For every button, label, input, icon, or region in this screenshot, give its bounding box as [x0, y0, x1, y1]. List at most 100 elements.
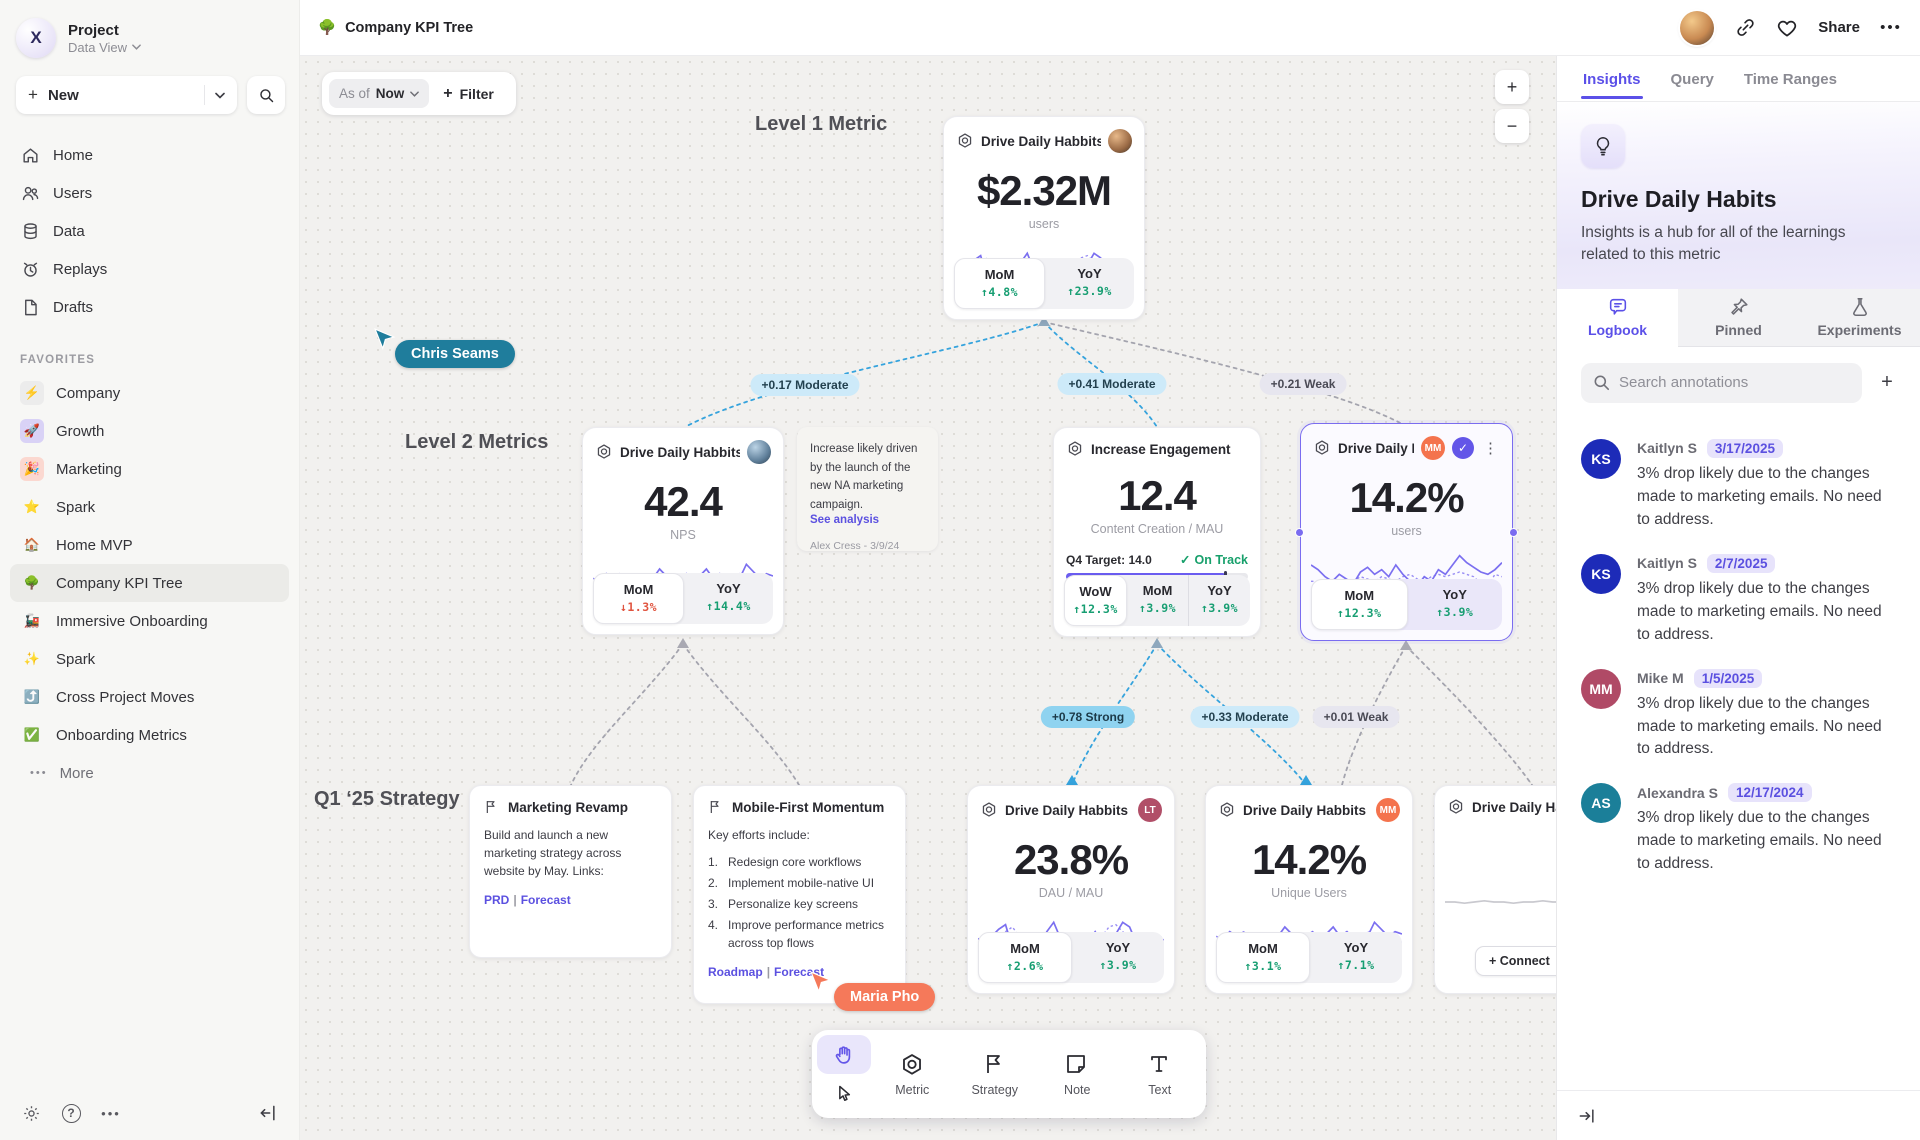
add-annotation-button[interactable]: + — [1874, 370, 1900, 396]
as-of-dropdown[interactable]: As of Now — [329, 79, 429, 108]
hand-tool-button[interactable] — [817, 1035, 871, 1074]
stat-mom[interactable]: MoM↓1.3% — [593, 573, 684, 624]
metric-card-level1[interactable]: Drive Daily Habbits $2.32M users MoM↑4.8… — [943, 116, 1145, 320]
favorite-item-marketing[interactable]: 🎉Marketing — [10, 450, 289, 488]
metric-card-dau[interactable]: Drive Daily Habbits LT 23.8% DAU / MAU M… — [967, 785, 1175, 994]
new-button[interactable]: + New — [16, 76, 237, 114]
help-icon[interactable]: ? — [60, 1102, 82, 1124]
tool-text[interactable]: Text — [1119, 1035, 1202, 1113]
select-tool-button[interactable] — [817, 1074, 871, 1113]
tab-insights[interactable]: Insights — [1581, 59, 1643, 98]
subtab-experiments[interactable]: Experiments — [1799, 289, 1920, 347]
favorite-item-spark[interactable]: ⭐Spark — [10, 488, 289, 526]
favorite-item-home-mvp[interactable]: 🏠Home MVP — [10, 526, 289, 564]
stat-row: MoM↑12.3%YoY↑3.9% — [1311, 579, 1502, 630]
settings-gear-icon[interactable] — [20, 1102, 42, 1124]
sidebar-item-more[interactable]: ••• More — [10, 754, 289, 792]
workspace-switcher[interactable]: X Project Data View — [0, 0, 299, 68]
annotation-item[interactable]: KSKaitlyn S3/17/20253% drop likely due t… — [1581, 439, 1896, 532]
note-card[interactable]: Increase likely driven by the launch of … — [797, 427, 938, 551]
favorite-item-immersive-onboarding[interactable]: 🚂Immersive Onboarding — [10, 602, 289, 640]
filter-button[interactable]: + Filter — [435, 85, 502, 103]
kpi-tree-canvas[interactable]: As of Now + Filter + − Level 1 Metric Le… — [300, 56, 1556, 1140]
stat-yoy[interactable]: YoY↑3.9% — [1072, 932, 1164, 983]
sidebar-item-home[interactable]: Home — [10, 136, 289, 174]
favorite-item-onboarding-metrics[interactable]: ✅Onboarding Metrics — [10, 716, 289, 754]
chevron-down-icon — [132, 44, 141, 50]
sidebar-item-replays[interactable]: Replays — [10, 250, 289, 288]
stat-yoy[interactable]: YoY↑3.9% — [1188, 575, 1250, 626]
annotation-item[interactable]: MMMike M1/5/20253% drop likely due to th… — [1581, 669, 1896, 762]
tab-time-ranges[interactable]: Time Ranges — [1742, 59, 1839, 98]
annotation-text: 3% drop likely due to the changes made t… — [1637, 463, 1896, 532]
strategy-list-item: 2.Implement mobile-native UI — [708, 874, 891, 892]
strategy-link-roadmap[interactable]: Roadmap — [708, 965, 763, 979]
user-avatar[interactable] — [1680, 11, 1714, 45]
search-annotations-input[interactable] — [1581, 363, 1862, 403]
zoom-in-button[interactable]: + — [1495, 70, 1529, 104]
chevron-down-icon[interactable] — [215, 92, 225, 99]
stat-yoy[interactable]: YoY↑3.9% — [1408, 579, 1503, 630]
metric-unit: users — [944, 217, 1144, 231]
card-menu-icon[interactable]: ⋮ — [1481, 439, 1500, 457]
favorite-item-spark[interactable]: ✨Spark — [10, 640, 289, 678]
stat-yoy[interactable]: YoY↑7.1% — [1310, 932, 1402, 983]
connect-button[interactable]: + Connect — [1475, 946, 1556, 976]
annotation-item[interactable]: KSKaitlyn S2/7/20253% drop likely due to… — [1581, 554, 1896, 647]
stat-wow[interactable]: WoW↑12.3% — [1064, 575, 1127, 626]
metric-card-engagement[interactable]: Increase Engagement 12.4 Content Creatio… — [1053, 427, 1261, 637]
search-button[interactable] — [247, 76, 285, 114]
stat-mom[interactable]: MoM↑3.9% — [1127, 575, 1188, 626]
stat-yoy[interactable]: YoY↑23.9% — [1045, 258, 1134, 309]
sidebar: X Project Data View + New HomeUsersDataR… — [0, 0, 300, 1140]
favorite-item-growth[interactable]: 🚀Growth — [10, 412, 289, 450]
favorite-emoji-icon: ✨ — [20, 647, 44, 671]
stat-mom[interactable]: MoM↑4.8% — [954, 258, 1045, 309]
subtab-logbook[interactable]: Logbook — [1557, 289, 1678, 347]
stat-row: MoM↑2.6%YoY↑3.9% — [978, 932, 1164, 983]
collapse-sidebar-icon[interactable] — [257, 1102, 279, 1124]
stat-yoy[interactable]: YoY↑14.4% — [684, 573, 773, 624]
favorite-heart-icon[interactable] — [1776, 17, 1798, 39]
stat-mom[interactable]: MoM↑3.1% — [1216, 932, 1310, 983]
metric-card-unique-users[interactable]: Drive Daily Habbits MM 14.2% Unique User… — [1205, 785, 1413, 994]
annotation-item[interactable]: ASAlexandra S12/17/20243% drop likely du… — [1581, 783, 1896, 876]
strategy-link-prd[interactable]: PRD — [484, 893, 509, 907]
selection-handle[interactable] — [1295, 528, 1304, 537]
pinned-icon — [1728, 296, 1750, 318]
strategy-card-marketing[interactable]: Marketing Revamp Build and launch a new … — [469, 785, 672, 958]
sidebar-item-data[interactable]: Data — [10, 212, 289, 250]
stat-mom[interactable]: MoM↑2.6% — [978, 932, 1072, 983]
metric-value: 23.8% — [968, 836, 1174, 884]
zoom-out-button[interactable]: − — [1495, 109, 1529, 143]
share-button[interactable]: Share — [1818, 19, 1860, 36]
metric-hexagon-icon — [956, 132, 974, 150]
plus-icon: + — [28, 85, 38, 105]
metric-unit: users — [1301, 524, 1512, 538]
metric-card-nps[interactable]: Drive Daily Habbits 42.4 NPS MoM↓1.3%YoY… — [582, 427, 784, 635]
more-options-icon[interactable]: ••• — [1880, 17, 1902, 39]
see-analysis-link[interactable]: See analysis — [810, 514, 925, 526]
stat-mom[interactable]: MoM↑12.3% — [1311, 579, 1408, 630]
hand-icon — [833, 1044, 855, 1066]
more-options-icon[interactable]: ••• — [100, 1102, 122, 1124]
collapse-panel-icon[interactable] — [1577, 1106, 1597, 1126]
sidebar-item-drafts[interactable]: Drafts — [10, 288, 289, 326]
annotation-author: Mike M — [1637, 670, 1684, 686]
sidebar-item-users[interactable]: Users — [10, 174, 289, 212]
tool-metric[interactable]: Metric — [871, 1035, 954, 1113]
workspace-view[interactable]: Data View — [68, 40, 141, 55]
metric-card-partial[interactable]: Drive Daily Hab + Connect — [1434, 785, 1556, 994]
metric-card-selected[interactable]: Drive Daily Habb.. MM ✓ ⋮ 14.2% users Mo… — [1300, 423, 1513, 641]
strategy-link-forecast[interactable]: Forecast — [521, 893, 571, 907]
copy-link-icon[interactable] — [1734, 17, 1756, 39]
tool-note[interactable]: Note — [1036, 1035, 1119, 1113]
selection-handle[interactable] — [1509, 528, 1518, 537]
subtab-pinned[interactable]: Pinned — [1678, 289, 1799, 347]
tool-strategy[interactable]: Strategy — [954, 1035, 1037, 1113]
canvas-controls: As of Now + Filter — [322, 72, 516, 115]
favorite-item-company-kpi-tree[interactable]: 🌳Company KPI Tree — [10, 564, 289, 602]
favorite-item-company[interactable]: ⚡Company — [10, 374, 289, 412]
tab-query[interactable]: Query — [1669, 59, 1716, 98]
favorite-item-cross-project-moves[interactable]: ⤴️Cross Project Moves — [10, 678, 289, 716]
